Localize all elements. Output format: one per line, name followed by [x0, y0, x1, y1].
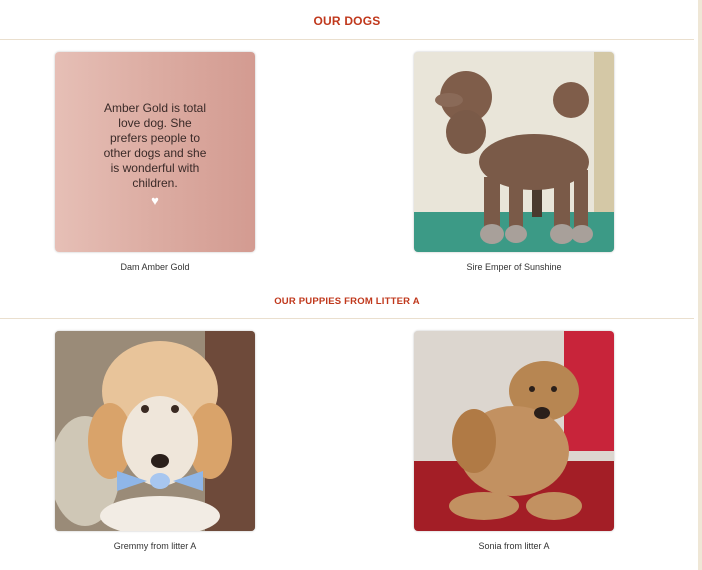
dog-description: Amber Gold is total love dog. She prefer… — [103, 101, 207, 190]
puppy-caption-gremmy: Gremmy from litter A — [113, 541, 197, 551]
poodle-apricot-illustration — [55, 331, 255, 531]
puppy-photo-gremmy[interactable] — [55, 331, 255, 531]
dog-card-amber-gold[interactable]: Amber Gold is total love dog. She prefer… — [55, 52, 255, 252]
puppy-photo-sonia[interactable] — [414, 331, 614, 531]
page-right-border — [698, 0, 702, 570]
puppy-caption-sonia: Sonia from litter A — [478, 541, 550, 551]
poodle-brown-illustration — [414, 52, 614, 252]
dog-photo-sire[interactable] — [414, 52, 614, 252]
poodle-red-illustration — [414, 331, 614, 531]
heart-icon: ♥ — [151, 193, 159, 208]
divider — [0, 39, 694, 40]
section-title-our-dogs: OUR DOGS — [313, 14, 381, 28]
divider — [0, 318, 694, 319]
dog-caption-amber-gold: Dam Amber Gold — [120, 262, 190, 272]
section-title-puppies: OUR PUPPIES FROM LITTER A — [274, 296, 420, 307]
dog-caption-sire: Sire Emper of Sunshine — [466, 262, 562, 272]
